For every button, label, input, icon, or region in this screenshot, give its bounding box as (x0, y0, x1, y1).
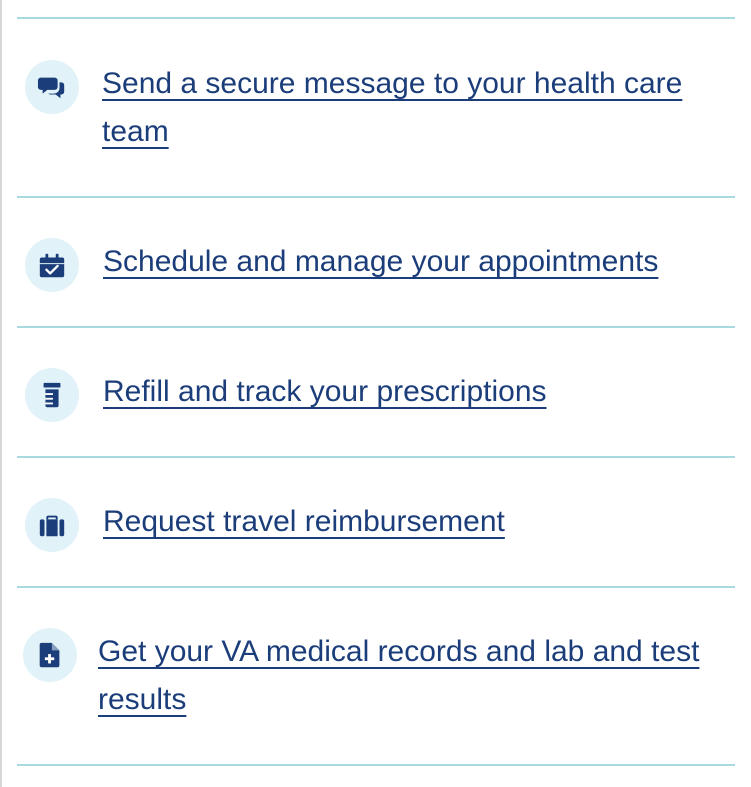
prescriptions-link[interactable]: Refill and track your prescriptions (103, 368, 723, 416)
file-medical-icon (23, 628, 77, 682)
list-item-travel: Request travel reimbursement (17, 458, 735, 586)
appointments-link[interactable]: Schedule and manage your appointments (103, 238, 723, 286)
secure-message-link[interactable]: Send a secure message to your health car… (102, 60, 702, 156)
travel-reimbursement-link[interactable]: Request travel reimbursement (103, 498, 723, 546)
list-item-secure-message: Send a secure message to your health car… (17, 19, 735, 196)
left-border (0, 0, 2, 787)
list-item-medical-records: Get your VA medical records and lab and … (17, 588, 735, 764)
divider (17, 764, 735, 766)
health-care-links-panel: Send a secure message to your health car… (0, 0, 751, 787)
list-item-appointments: Schedule and manage your appointments (17, 198, 735, 326)
calendar-check-icon (25, 238, 79, 292)
comments-icon (25, 60, 79, 114)
suitcase-icon (25, 498, 79, 552)
prescription-bottle-icon (25, 368, 79, 422)
medical-records-link[interactable]: Get your VA medical records and lab and … (98, 628, 708, 724)
list-item-prescriptions: Refill and track your prescriptions (17, 328, 735, 456)
